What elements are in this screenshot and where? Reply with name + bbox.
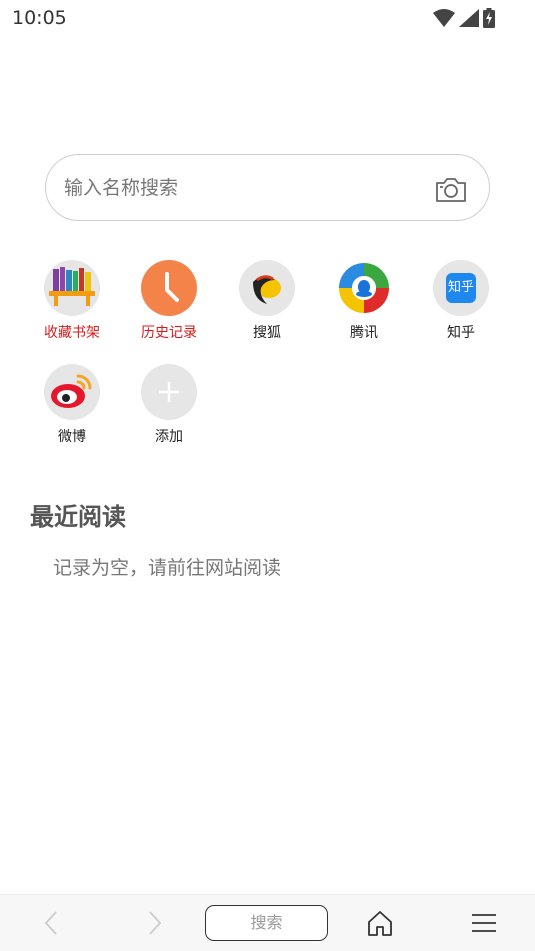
cellular-signal-icon: [459, 9, 479, 27]
zhihu-logo-text: 知乎: [446, 273, 476, 303]
plus-icon: [141, 364, 197, 420]
recent-title: 最近阅读: [30, 503, 126, 531]
shortcut-label: 微博: [58, 429, 86, 445]
weibo-logo-icon: [44, 364, 100, 420]
shortcut-label: 历史记录: [141, 325, 197, 341]
shortcut-tencent[interactable]: 腾讯: [324, 260, 404, 342]
status-icons: [433, 8, 495, 28]
zhihu-logo-icon: 知乎: [433, 260, 489, 316]
recent-empty-message: 记录为空，请前往网站阅读: [53, 557, 282, 579]
bottom-search-button[interactable]: 搜索: [205, 905, 328, 941]
camera-icon[interactable]: [435, 175, 467, 203]
search-input[interactable]: [64, 173, 424, 203]
menu-icon[interactable]: [470, 909, 498, 937]
chevron-left-icon[interactable]: [38, 909, 66, 937]
home-icon[interactable]: [366, 909, 394, 937]
shortcut-bookshelf[interactable]: 收藏书架: [32, 260, 112, 342]
battery-charging-icon: [483, 8, 495, 28]
shortcut-label: 收藏书架: [44, 325, 100, 341]
shortcut-weibo[interactable]: 微博: [32, 364, 112, 446]
shortcut-label: 添加: [155, 429, 183, 445]
shortcut-label: 搜狐: [253, 325, 281, 341]
shortcut-history[interactable]: 历史记录: [129, 260, 209, 342]
search-box[interactable]: [45, 154, 490, 221]
shortcut-label: 腾讯: [350, 325, 378, 341]
status-bar: 10:05: [0, 0, 535, 38]
bottom-bar: 搜索: [0, 894, 535, 951]
bookshelf-icon: [44, 260, 100, 316]
shortcut-label: 知乎: [447, 325, 475, 341]
shortcut-add[interactable]: 添加: [129, 364, 209, 446]
wifi-icon: [433, 9, 455, 27]
tencent-logo-icon: [336, 260, 392, 316]
shortcut-zhihu[interactable]: 知乎 知乎: [421, 260, 501, 342]
shortcut-sohu[interactable]: 搜狐: [227, 260, 307, 342]
clock-icon: [141, 260, 197, 316]
chevron-right-icon[interactable]: [140, 909, 168, 937]
status-time: 10:05: [12, 7, 67, 29]
sohu-logo-icon: [239, 260, 295, 316]
